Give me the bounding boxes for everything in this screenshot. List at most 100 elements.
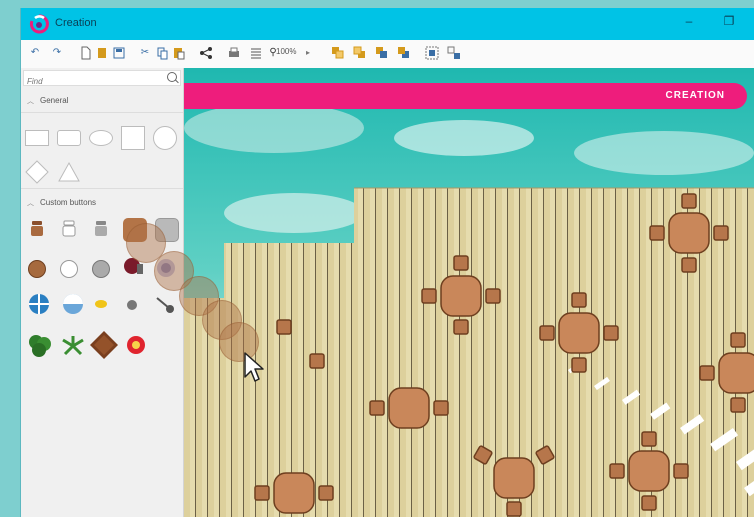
chair[interactable] xyxy=(369,400,385,416)
search-input[interactable] xyxy=(24,74,160,89)
bush-icon[interactable] xyxy=(27,332,53,358)
restore-button[interactable]: ❐ xyxy=(719,14,739,28)
circle-shape[interactable] xyxy=(153,126,177,150)
chair-brown-icon[interactable] xyxy=(29,220,45,238)
chair[interactable] xyxy=(276,319,292,335)
redo-icon[interactable]: ↷ xyxy=(51,46,63,60)
grid-icon[interactable] xyxy=(249,46,263,60)
title-bar: Creation – ❐ xyxy=(21,8,754,40)
section-general-header[interactable]: ︿ General xyxy=(27,96,68,106)
zoom-level[interactable]: 100% xyxy=(276,47,296,56)
chair[interactable] xyxy=(641,495,657,511)
table-group[interactable] xyxy=(369,387,449,429)
paste-icon[interactable] xyxy=(173,46,185,60)
save-icon[interactable] xyxy=(113,46,125,60)
chair[interactable] xyxy=(571,357,587,373)
new-document-icon[interactable] xyxy=(81,46,91,60)
chair[interactable] xyxy=(318,485,334,501)
table-round-white-icon[interactable] xyxy=(60,260,78,278)
chair[interactable] xyxy=(681,193,697,209)
table[interactable] xyxy=(558,312,600,354)
bring-front-icon[interactable] xyxy=(331,46,345,60)
chair[interactable] xyxy=(641,431,657,447)
chair[interactable] xyxy=(539,325,555,341)
chair[interactable] xyxy=(730,397,746,413)
chair[interactable] xyxy=(421,288,437,304)
chair[interactable] xyxy=(453,319,469,335)
section-custom-header[interactable]: ︿ Custom buttons xyxy=(27,198,96,208)
chair[interactable] xyxy=(673,463,689,479)
table[interactable] xyxy=(440,275,482,317)
section-general-label: General xyxy=(40,96,69,105)
furniture-layer xyxy=(254,193,754,517)
rectangle-shape[interactable] xyxy=(25,130,49,146)
table-group[interactable] xyxy=(421,255,501,335)
chair[interactable] xyxy=(453,255,469,271)
flower-icon[interactable] xyxy=(125,334,147,356)
chair[interactable] xyxy=(485,288,501,304)
chair[interactable] xyxy=(730,332,746,348)
open-icon[interactable] xyxy=(97,46,107,60)
triangle-shape[interactable] xyxy=(57,160,81,184)
chair[interactable] xyxy=(254,485,270,501)
send-backward-icon[interactable] xyxy=(397,46,411,60)
divider xyxy=(21,112,183,113)
table-group[interactable] xyxy=(473,445,555,517)
table-group[interactable] xyxy=(699,332,754,413)
minimize-button[interactable]: – xyxy=(679,14,699,28)
search-icon[interactable] xyxy=(167,72,177,82)
chair-white-icon[interactable] xyxy=(61,220,77,238)
chair[interactable] xyxy=(309,353,325,369)
share-icon[interactable] xyxy=(199,46,213,60)
group-icon[interactable] xyxy=(425,46,439,60)
rounded-rectangle-shape[interactable] xyxy=(57,130,81,146)
diamond-shape[interactable] xyxy=(25,160,49,184)
table-group[interactable] xyxy=(649,193,729,273)
undo-icon[interactable]: ↶ xyxy=(29,46,41,60)
small-dot-icon[interactable] xyxy=(127,300,137,310)
chair[interactable] xyxy=(699,365,715,381)
toolbar: ↶ ↷ ✂ ⚲ 100% ▸ xyxy=(21,40,754,69)
table-round-brown-icon[interactable] xyxy=(28,260,46,278)
table[interactable] xyxy=(628,450,670,492)
chair[interactable] xyxy=(506,501,522,517)
print-icon[interactable] xyxy=(227,46,241,60)
wooden-crate-icon[interactable] xyxy=(89,330,119,360)
chair[interactable] xyxy=(433,400,449,416)
lamp-icon[interactable] xyxy=(155,296,175,314)
chair[interactable] xyxy=(473,445,493,465)
chair[interactable] xyxy=(603,325,619,341)
umbrella-white-icon[interactable] xyxy=(61,292,85,316)
chair[interactable] xyxy=(571,292,587,308)
chair[interactable] xyxy=(681,257,697,273)
palm-icon[interactable] xyxy=(61,334,85,358)
table[interactable] xyxy=(388,387,430,429)
lemon-icon[interactable] xyxy=(93,296,109,312)
chair[interactable] xyxy=(535,445,555,465)
chair[interactable] xyxy=(713,225,729,241)
bring-forward-icon[interactable] xyxy=(375,46,389,60)
send-back-icon[interactable] xyxy=(353,46,367,60)
table-group[interactable] xyxy=(609,431,689,511)
ellipse-shape[interactable] xyxy=(89,130,113,146)
table[interactable] xyxy=(718,352,754,394)
table-round-gray-icon[interactable] xyxy=(92,260,110,278)
table-group[interactable] xyxy=(254,472,334,514)
cut-icon[interactable]: ✂ xyxy=(139,46,151,60)
search-box[interactable] xyxy=(23,70,181,89)
chevron-up-icon: ︿ xyxy=(27,98,34,105)
table[interactable] xyxy=(273,472,315,514)
chevron-up-icon: ︿ xyxy=(27,200,34,207)
table-group[interactable] xyxy=(539,292,619,373)
umbrella-blue-icon[interactable] xyxy=(27,292,51,316)
zoom-dropdown-icon[interactable]: ▸ xyxy=(305,46,311,60)
table[interactable] xyxy=(668,212,710,254)
chair[interactable] xyxy=(649,225,665,241)
square-shape[interactable] xyxy=(121,126,145,150)
design-canvas[interactable]: CREATION xyxy=(184,68,754,517)
copy-icon[interactable] xyxy=(157,46,169,60)
table[interactable] xyxy=(493,457,535,499)
ungroup-icon[interactable] xyxy=(447,46,461,60)
chair-gray-icon[interactable] xyxy=(93,220,109,238)
chair[interactable] xyxy=(609,463,625,479)
